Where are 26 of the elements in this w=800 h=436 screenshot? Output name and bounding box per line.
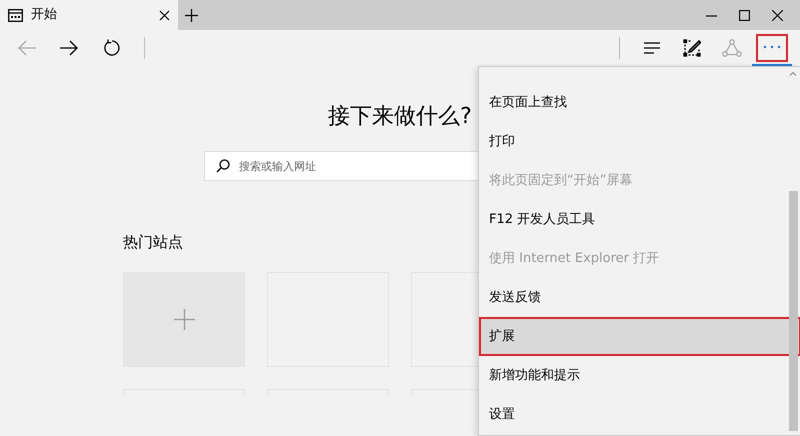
browser-tab[interactable]: 开始: [0, 0, 178, 30]
menu-item[interactable]: 设置: [479, 395, 789, 434]
maximize-icon[interactable]: [739, 10, 750, 20]
menu-item[interactable]: 扩展: [479, 317, 800, 356]
scrollbar-thumb[interactable]: [789, 191, 798, 431]
page-icon: [8, 8, 23, 22]
refresh-icon[interactable]: [102, 39, 120, 57]
section-title: 热门站点: [123, 232, 184, 253]
share-icon: [722, 39, 742, 57]
page-heading: 接下来做什么?: [328, 103, 472, 131]
search-icon: [216, 159, 230, 173]
close-icon[interactable]: [159, 10, 170, 20]
menu-lines-icon: [643, 41, 661, 55]
menu-item[interactable]: 新增功能和提示: [479, 356, 789, 395]
menu-item[interactable]: 在页面上查找: [479, 83, 789, 122]
menu-item[interactable]: F12 开发人员工具: [479, 200, 789, 239]
add-site-tile[interactable]: [123, 272, 245, 366]
more-dots-icon: [762, 45, 782, 49]
pen-square-icon: [683, 39, 701, 57]
tab-title: 开始: [31, 6, 58, 24]
close-icon[interactable]: [772, 10, 783, 20]
menu-item[interactable]: 发送反馈: [479, 278, 789, 317]
forward-arrow-icon[interactable]: [59, 40, 79, 56]
new-tab-icon[interactable]: [184, 8, 198, 22]
plus-icon: [174, 308, 194, 330]
scroll-up-icon[interactable]: [789, 71, 797, 76]
